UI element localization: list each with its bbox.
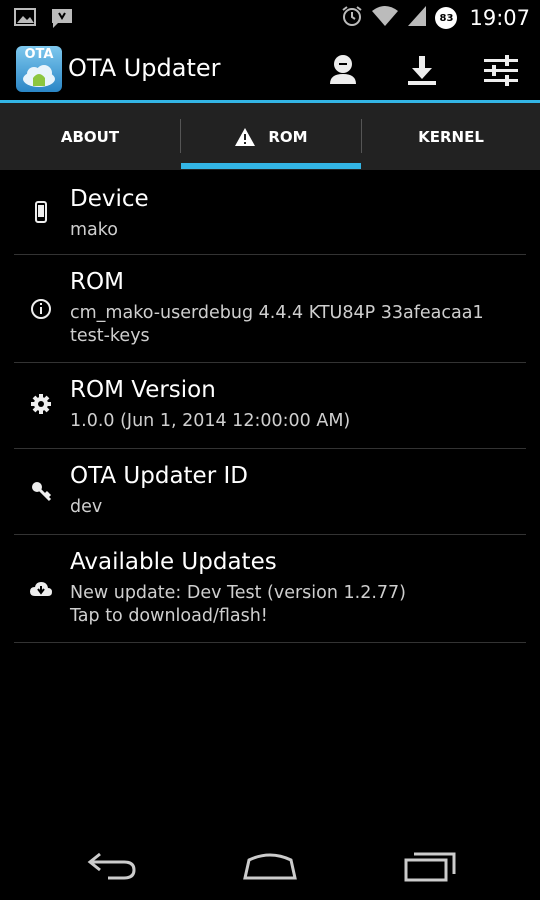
- tab-about[interactable]: ABOUT: [0, 103, 180, 170]
- list-item-title: Available Updates: [70, 549, 277, 575]
- key-icon: [29, 479, 53, 503]
- info-icon: [29, 297, 53, 321]
- tab-about-label: ABOUT: [60, 127, 120, 146]
- settings-sliders-icon[interactable]: [481, 50, 521, 90]
- recent-apps-icon[interactable]: [400, 848, 460, 884]
- tab-rom-label: ROM: [268, 127, 308, 146]
- android-cloud-icon: [23, 65, 55, 87]
- list-item-subtitle: New update: Dev Test (version 1.2.77): [70, 583, 407, 603]
- cell-signal-icon: [407, 5, 427, 31]
- app-title: OTA Updater: [68, 54, 221, 82]
- list-item-subtitle: 1.0.0 (Jun 1, 2014 12:00:00 AM): [70, 411, 351, 431]
- phone-icon: [29, 200, 53, 224]
- tab-selected-indicator: [181, 163, 361, 169]
- list-item-subtitle: mako: [70, 220, 118, 240]
- tab-rom[interactable]: ROM: [181, 103, 361, 170]
- list-item-rom-version[interactable]: ROM Version 1.0.0 (Jun 1, 2014 12:00:00 …: [14, 363, 526, 449]
- tab-kernel[interactable]: KERNEL: [362, 103, 540, 170]
- status-bar: 83 19:07: [0, 0, 540, 36]
- tab-bar: ABOUT ROM KERNEL: [0, 103, 540, 170]
- list-item-title: ROM: [70, 269, 124, 295]
- list-item-subtitle: Tap to download/flash!: [70, 606, 268, 626]
- warning-icon: [234, 127, 256, 147]
- tab-kernel-label: KERNEL: [418, 127, 484, 146]
- gear-icon: [29, 392, 53, 416]
- battery-level: 83: [439, 12, 454, 24]
- wifi-icon: [371, 5, 399, 31]
- list-item-title: ROM Version: [70, 377, 216, 403]
- list-item-rom[interactable]: ROM cm_mako-userdebug 4.4.4 KTU84P 33afe…: [14, 255, 526, 363]
- image-icon: [14, 7, 36, 33]
- list-item-device[interactable]: Device mako: [14, 172, 526, 255]
- app-logo[interactable]: OTA: [16, 46, 62, 92]
- account-icon[interactable]: [323, 50, 363, 90]
- home-icon[interactable]: [240, 848, 300, 884]
- list-item-subtitle: dev: [70, 497, 103, 517]
- alarm-icon: [341, 5, 363, 31]
- list-item-available-updates[interactable]: Available Updates New update: Dev Test (…: [14, 535, 526, 643]
- battery-icon: 83: [435, 7, 458, 29]
- list-item-subtitle: cm_mako-userdebug 4.4.4 KTU84P 33afeacaa…: [70, 303, 484, 323]
- back-icon[interactable]: [82, 848, 142, 884]
- list-item-title: Device: [70, 186, 149, 212]
- download-icon[interactable]: [402, 50, 442, 90]
- list-item-title: OTA Updater ID: [70, 463, 248, 489]
- list-item-subtitle: test-keys: [70, 326, 150, 346]
- message-icon: [50, 7, 74, 33]
- info-list: Device mako ROM cm_mako-userdebug 4.4.4 …: [0, 172, 540, 643]
- list-item-ota-updater-id[interactable]: OTA Updater ID dev: [14, 449, 526, 535]
- cloud-download-icon: [29, 577, 53, 601]
- logo-text: OTA: [24, 47, 54, 62]
- status-time: 19:07: [469, 6, 530, 30]
- navigation-bar: [0, 828, 540, 900]
